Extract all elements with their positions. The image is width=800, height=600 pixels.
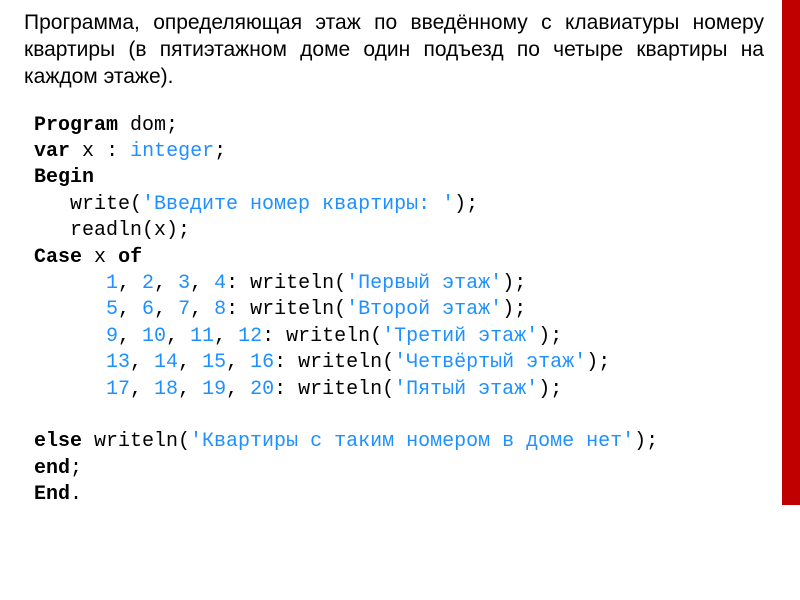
prompt-string: 'Введите номер квартиры: ' [142,193,454,216]
keyword-begin: Begin [34,166,94,189]
keyword-program: Program [34,114,118,137]
keyword-end: end [34,457,70,480]
else-string: 'Квартиры с таким номером в доме нет' [190,430,634,453]
var-name: x [82,140,94,163]
write-call: write( [70,193,142,216]
readln-call: readln(x); [70,219,190,242]
keyword-var: var [34,140,70,163]
program-name: dom [130,114,166,137]
content-area: Программа, определяющая этаж по введённо… [0,0,800,508]
type-integer: integer [130,140,214,163]
code-block: Program dom; var x : integer; Begin writ… [24,113,776,509]
accent-bar [782,0,800,505]
keyword-end-final: End [34,483,70,506]
program-description: Программа, определяющая этаж по введённо… [24,10,776,91]
keyword-else: else [34,430,82,453]
keyword-of: of [118,246,142,269]
keyword-case: Case [34,246,82,269]
